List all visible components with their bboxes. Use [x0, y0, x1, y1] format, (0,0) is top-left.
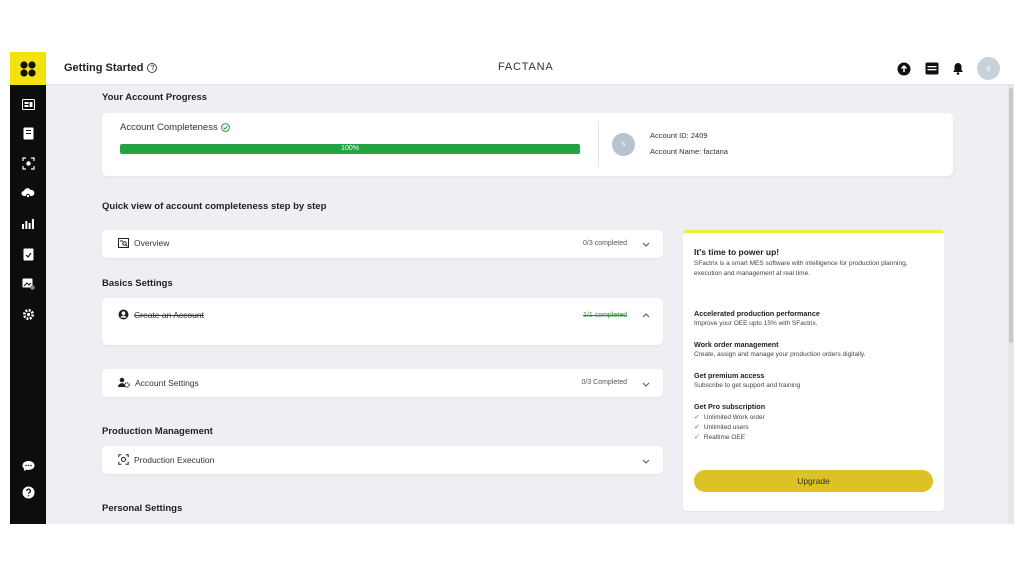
promo-description: SFactrix is a smart MES software with in…	[694, 260, 908, 277]
account-name: Account Name: factana	[650, 147, 728, 156]
app-logo[interactable]	[10, 52, 46, 85]
page-title: Getting Started ?	[64, 62, 158, 74]
page-title-text: Getting Started	[64, 62, 144, 74]
account-completeness-text: Account Completeness	[120, 122, 218, 133]
document-icon[interactable]	[19, 245, 37, 263]
account-progress-heading: Your Account Progress	[102, 92, 208, 103]
feature-text: Improve your OEE upto 15% with SFactrix.	[694, 320, 818, 327]
completeness-progress-bar: 100%	[120, 144, 580, 154]
feature-text: Subscribe to get support and training	[694, 382, 801, 389]
overview-title: Overview	[118, 238, 169, 248]
personal-settings-heading: Personal Settings	[102, 503, 183, 514]
pro-item: ✓ Realtime OEE	[694, 433, 746, 442]
gear-icon[interactable]	[19, 305, 37, 323]
production-execution-label: Production Execution	[134, 454, 215, 465]
top-bar: Getting Started ? FACTANA s	[46, 52, 1014, 85]
account-settings-title: Account Settings	[118, 377, 199, 388]
check-circle-icon	[220, 123, 230, 132]
feature-title: Work order management	[694, 340, 779, 349]
dashboard-icon[interactable]	[19, 95, 37, 113]
calendar-icon[interactable]	[924, 61, 939, 76]
brand-name: FACTANA	[498, 61, 554, 73]
account-settings-row[interactable]: Account Settings 0/3 Completed	[102, 369, 663, 397]
pro-item-label: Unlimited Work order	[703, 413, 765, 421]
feature-title: Get premium access	[694, 371, 765, 380]
quick-view-heading: Quick view of account completeness step …	[102, 201, 327, 212]
chart-icon[interactable]	[19, 214, 37, 232]
upload-icon[interactable]	[896, 61, 911, 76]
image-edit-icon[interactable]	[19, 275, 37, 293]
user-gear-icon	[118, 377, 130, 388]
user-avatar[interactable]: s	[977, 57, 1000, 80]
divider	[598, 121, 599, 167]
account-progress-card: Account Completeness 100% s Account ID: …	[102, 113, 953, 176]
checkmark-icon: ✓	[694, 414, 700, 421]
help-icon[interactable]	[19, 483, 37, 501]
logo-icon	[20, 60, 36, 77]
account-avatar: s	[612, 133, 635, 156]
scan-icon[interactable]	[19, 154, 37, 172]
basics-settings-heading: Basics Settings	[102, 278, 173, 289]
sidebar	[10, 52, 46, 524]
feature-title: Accelerated production performance	[694, 309, 820, 318]
pro-item: ✓ Unlimited users	[694, 423, 749, 432]
account-settings-label: Account Settings	[135, 377, 199, 388]
production-management-heading: Production Management	[102, 426, 213, 437]
help-circle-icon[interactable]: ?	[147, 63, 158, 73]
production-execution-row[interactable]: Production Execution	[102, 446, 663, 474]
account-id: Account ID: 2409	[650, 131, 708, 140]
upgrade-button[interactable]: Upgrade	[694, 470, 933, 492]
account-completeness-label: Account Completeness	[120, 122, 230, 133]
checkmark-icon: ✓	[694, 424, 700, 431]
chevron-up-icon[interactable]	[641, 310, 651, 320]
chevron-down-icon[interactable]	[641, 456, 651, 466]
user-circle-icon	[118, 309, 129, 320]
pro-item-label: Realtime OEE	[703, 433, 746, 441]
scrollbar-thumb[interactable]	[1009, 88, 1013, 343]
bell-icon[interactable]	[950, 61, 965, 76]
checkmark-icon: ✓	[694, 434, 700, 441]
create-account-row[interactable]: Create an Account 1/1 completed	[102, 298, 663, 345]
pro-item: ✓ Unlimited Work order	[694, 413, 765, 422]
chevron-down-icon[interactable]	[641, 379, 651, 389]
pro-item-label: Unlimited users	[703, 423, 749, 431]
cloud-gear-icon[interactable]	[19, 184, 37, 202]
scan-icon	[118, 454, 129, 465]
completeness-progress-fill: 100%	[120, 144, 580, 154]
overview-label: Overview	[134, 238, 170, 248]
chat-icon[interactable]	[19, 457, 37, 475]
create-account-label: Create an Account	[134, 309, 204, 320]
production-execution-title: Production Execution	[118, 454, 214, 465]
chevron-down-icon[interactable]	[641, 239, 651, 249]
pro-subscription-title: Get Pro subscription	[694, 402, 766, 411]
app-frame: Getting Started ? FACTANA s Your Account…	[10, 52, 1014, 524]
feature-text: Create, assign and manage your productio…	[694, 351, 866, 358]
search-list-icon	[118, 238, 129, 248]
overview-row[interactable]: Overview 0/3 completed	[102, 230, 663, 258]
promo-title: It's time to power up!	[694, 247, 780, 257]
account-settings-status: 0/3 Completed	[581, 379, 627, 386]
create-account-title: Create an Account	[118, 309, 204, 320]
create-account-status: 1/1 completed	[583, 312, 627, 319]
book-icon[interactable]	[19, 124, 37, 142]
upgrade-promo-card: It's time to power up! SFactrix is a sma…	[683, 230, 944, 511]
overview-status: 0/3 completed	[583, 240, 627, 247]
